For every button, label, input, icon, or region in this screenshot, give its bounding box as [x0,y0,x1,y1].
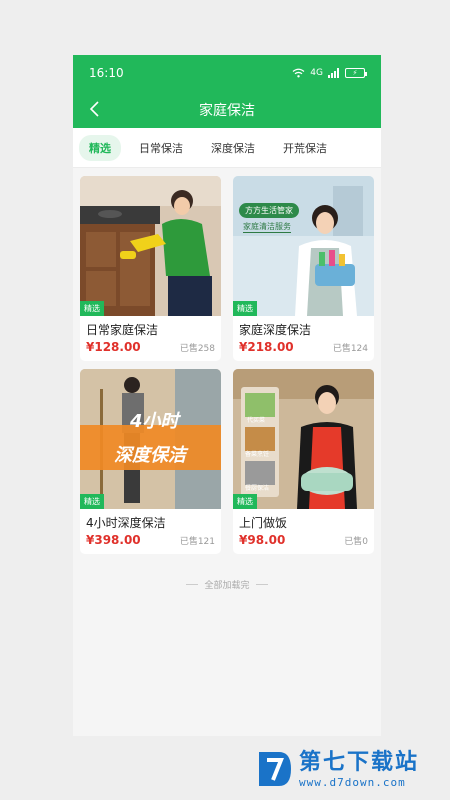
product-image: 精选 [80,176,221,316]
signal-icon [328,68,339,78]
promo-service-text: 深度保洁 [114,445,186,466]
deep-cleaning-photo [80,369,221,509]
product-name: 家庭深度保洁 [239,323,312,337]
feature-prep-cook: 备菜烹饪 [245,451,270,458]
sold-count: 已售124 [332,344,368,354]
feature-kitchen-clean: 餐厨保洁 [245,485,270,492]
navbar: 家庭保洁 [73,91,381,128]
site-watermark: 第七下载站 www.d7down.com [255,748,419,790]
tab-move-in-cleaning[interactable]: 开荒保洁 [273,135,337,161]
status-icons: 4G ⚡ [292,68,367,78]
featured-badge: 精选 [80,301,104,316]
sold-count: 已售258 [179,344,215,354]
featured-badge: 精选 [233,301,257,316]
product-grid: 精选 日常家庭保洁 ¥128.00 已售258 方方生活管家 家庭清洁服务 精选… [73,168,381,554]
featured-badge: 精选 [233,494,257,509]
tab-daily-cleaning[interactable]: 日常保洁 [129,135,193,161]
d7-logo-icon [259,752,291,786]
brand-banner: 方方生活管家 [239,203,299,218]
product-card[interactable]: 方方生活管家 家庭清洁服务 精选 家庭深度保洁 ¥218.00 已售124 [233,176,374,361]
product-image: 代买菜 备菜烹饪 餐厨保洁 精选 [233,369,374,509]
product-price: ¥98.00 [239,533,286,547]
header: 16:10 4G ⚡ 家庭保洁 [73,55,381,128]
cleaner-photo [233,176,374,316]
product-card[interactable]: 代买菜 备菜烹饪 餐厨保洁 精选 上门做饭 ¥98.00 已售0 [233,369,374,554]
battery-icon: ⚡ [345,68,367,78]
product-name: 4小时深度保洁 [86,516,166,530]
category-tabs: 精选 日常保洁 深度保洁 开荒保洁 [73,128,381,168]
kitchen-cleaning-photo [80,176,221,316]
back-arrow-icon[interactable] [85,98,107,120]
status-bar: 16:10 4G ⚡ [73,55,381,91]
feature-buy-groceries: 代买菜 [247,417,266,424]
phone-screen: 16:10 4G ⚡ 家庭保洁 精选 日常保洁 深度保洁 开荒保洁 精选 日常家… [73,55,381,736]
product-image: 方方生活管家 家庭清洁服务 精选 [233,176,374,316]
watermark-url: www.d7down.com [299,775,406,789]
network-type: 4G [310,68,323,78]
tab-deep-cleaning[interactable]: 深度保洁 [201,135,265,161]
sold-count: 已售121 [179,537,215,547]
product-name: 上门做饭 [239,516,288,530]
featured-badge: 精选 [80,494,104,509]
product-price: ¥128.00 [86,340,141,354]
product-name: 日常家庭保洁 [86,323,159,337]
sold-count: 已售0 [344,537,368,547]
product-image: 4小时 深度保洁 精选 [80,369,221,509]
service-banner: 家庭清洁服务 [243,222,291,233]
product-card[interactable]: 4小时 深度保洁 精选 4小时深度保洁 ¥398.00 已售121 [80,369,221,554]
wifi-icon [292,68,305,78]
watermark-title: 第七下载站 [299,749,420,775]
product-card[interactable]: 精选 日常家庭保洁 ¥128.00 已售258 [80,176,221,361]
product-price: ¥398.00 [86,533,141,547]
product-price: ¥218.00 [239,340,294,354]
promo-hours-text: 4小时 [130,411,179,432]
status-time: 16:10 [89,66,124,80]
page-title: 家庭保洁 [199,102,255,119]
end-of-list-text: 全部加载完 [73,578,381,591]
tab-featured[interactable]: 精选 [79,134,121,161]
